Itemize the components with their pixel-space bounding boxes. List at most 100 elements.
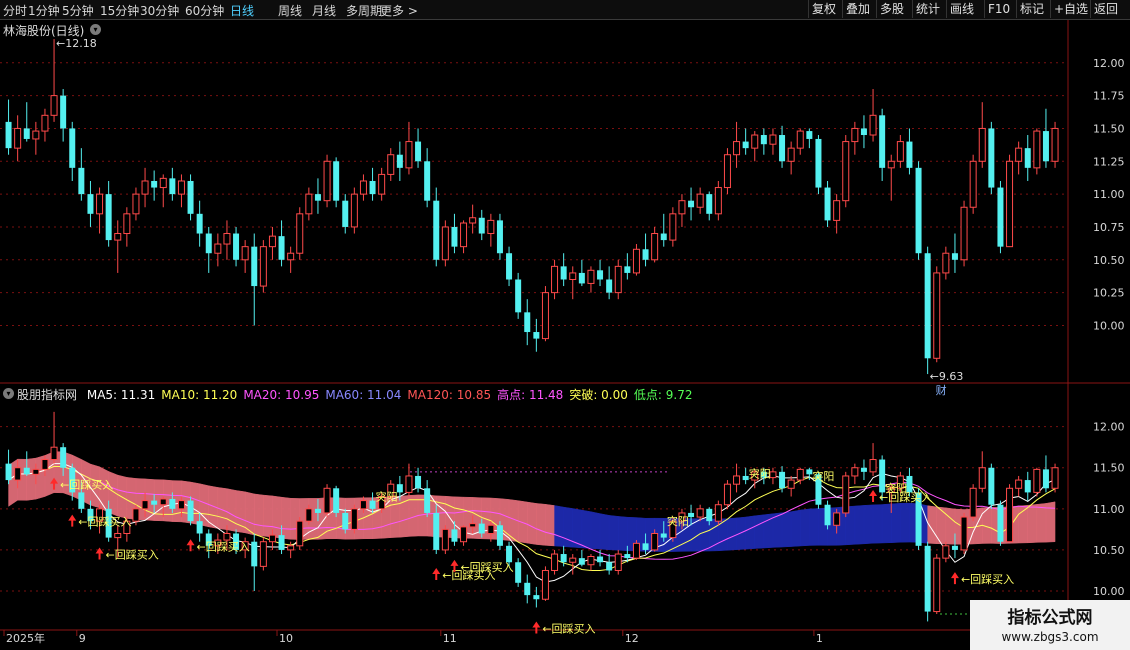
main-body-80 [733, 141, 741, 156]
main-body-76 [696, 193, 704, 208]
x-tick-label-1: 9 [79, 632, 86, 645]
ind-body-51 [469, 523, 477, 528]
main-y-tick-0: 12.00 [1093, 57, 1125, 70]
main-candle-0 [5, 99, 12, 155]
main-body-86 [787, 147, 795, 162]
main-y-tick-2: 11.50 [1093, 122, 1125, 135]
ind-body-16 [151, 500, 158, 505]
ind-body-38 [350, 508, 358, 530]
price-chart[interactable]: ←12.18 ←9.63财 ←回踩买入 ←回踩买入 ←回踩买入 ←回踩买入 ←回踩买入 ←回踩… [0, 0, 1130, 650]
main-candle-90 [824, 180, 831, 227]
ind-candle-112 [1024, 471, 1031, 501]
ind-candle-67 [614, 549, 622, 575]
main-candle-56 [515, 272, 522, 319]
main-candle-59 [541, 286, 549, 342]
ribbon-segment-57 [527, 501, 537, 545]
ribbon-segment-80 [736, 516, 746, 550]
main-body-26 [241, 246, 249, 261]
ind-body-56 [515, 562, 522, 583]
main-candle-8 [78, 148, 85, 201]
main-candle-26 [241, 240, 249, 273]
main-body-61 [560, 266, 567, 280]
main-candle-60 [551, 259, 559, 300]
main-body-47 [433, 200, 440, 260]
main-candle-46 [424, 148, 431, 208]
x-tick-label-4: 12 [625, 632, 639, 645]
main-body-1 [14, 127, 22, 149]
ind-candle-36 [333, 485, 340, 518]
main-body-51 [469, 217, 477, 224]
ind-body-63 [578, 558, 585, 565]
ind-body-101 [924, 545, 931, 612]
ind-body-2 [23, 467, 30, 475]
ind-body-57 [524, 582, 531, 596]
ind-body-76 [696, 508, 704, 518]
main-y-tick-8: 10.00 [1093, 319, 1125, 332]
ind-body-92 [842, 475, 850, 514]
main-candle-18 [169, 167, 176, 201]
main-body-82 [751, 134, 759, 149]
ind-body-80 [733, 475, 741, 485]
ribbon-segment-82 [754, 514, 765, 549]
main-candle-15 [141, 167, 149, 208]
main-candle-14 [132, 187, 140, 221]
ribbon-segment-103 [945, 507, 956, 545]
main-candle-104 [951, 233, 958, 273]
main-candle-2 [23, 102, 30, 142]
main-body-24 [223, 233, 231, 245]
main-body-46 [424, 161, 431, 201]
ribbon-segment-27 [254, 493, 264, 537]
main-candle-54 [496, 213, 503, 260]
main-candle-16 [151, 170, 158, 201]
main-body-66 [606, 279, 613, 293]
ind-body-58 [533, 595, 540, 600]
main-y-tick-4: 11.00 [1093, 188, 1125, 201]
main-body-90 [824, 187, 831, 221]
ind-candle-108 [988, 463, 995, 509]
ind-body-4 [41, 459, 49, 470]
main-body-74 [678, 200, 686, 215]
ind-candle-69 [632, 540, 640, 560]
ind-body-86 [787, 479, 795, 489]
ind-candle-27 [251, 533, 258, 592]
x-tick-label-2: 10 [279, 632, 293, 645]
main-candle-68 [624, 253, 631, 280]
buy-signal-6: ←回踩买入 [542, 622, 595, 635]
main-candle-36 [333, 157, 340, 208]
main-body-104 [951, 253, 958, 260]
main-body-44 [405, 141, 413, 169]
ind-body-107 [978, 467, 986, 489]
ind-candle-48 [441, 525, 449, 555]
main-body-29 [268, 235, 276, 248]
main-y-tick-6: 10.50 [1093, 254, 1125, 267]
main-candle-6 [60, 89, 67, 142]
ribbon-segment-77 [709, 518, 719, 552]
buy-signal-8: ←回踩买入 [961, 573, 1014, 586]
ind-body-50 [460, 526, 468, 543]
ind-body-66 [606, 562, 613, 571]
ribbon-segment-85 [781, 511, 792, 548]
main-candle-75 [688, 187, 695, 221]
main-candle-52 [478, 209, 485, 241]
main-candle-92 [842, 135, 850, 208]
ind-body-77 [706, 508, 713, 522]
ind-body-102 [933, 557, 941, 613]
main-candle-17 [159, 174, 167, 208]
main-body-6 [60, 95, 67, 129]
ind-candle-102 [933, 554, 941, 615]
ind-body-30 [278, 535, 285, 550]
ribbon-segment-95 [872, 504, 883, 544]
ind-body-17 [159, 498, 167, 506]
main-candle-7 [69, 121, 76, 181]
main-body-12 [114, 233, 122, 241]
ribbon-segment-64 [590, 511, 601, 550]
ind-candle-81 [742, 467, 749, 485]
main-candle-64 [587, 266, 595, 293]
ind-body-81 [742, 475, 749, 481]
ind-candle-94 [860, 459, 867, 481]
main-candle-91 [833, 194, 841, 234]
main-candle-65 [597, 259, 604, 287]
ind-body-34 [314, 508, 321, 513]
main-candle-28 [259, 240, 267, 293]
main-body-48 [441, 226, 449, 261]
